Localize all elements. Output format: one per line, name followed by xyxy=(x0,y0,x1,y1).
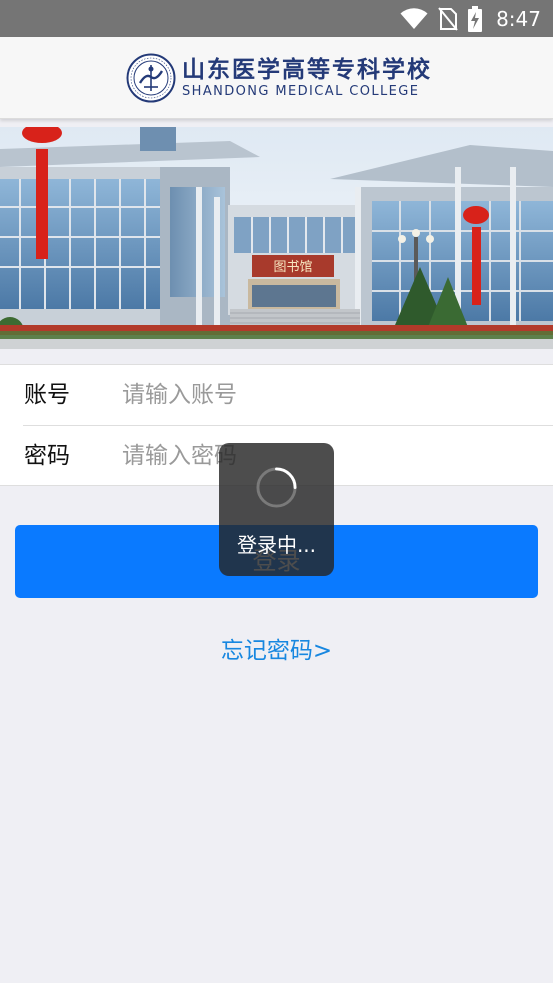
status-icons: 8:47 xyxy=(400,0,541,37)
no-sim-icon xyxy=(438,6,458,31)
loading-spinner-icon xyxy=(256,467,297,508)
campus-banner: 图书馆 xyxy=(0,127,553,349)
loading-toast: 登录中... xyxy=(219,443,334,576)
status-bar: 8:47 xyxy=(0,0,553,37)
password-label: 密码 xyxy=(24,443,70,469)
campus-library-image: 图书馆 xyxy=(0,127,553,349)
school-name-cn: 山东医学高等专科学校 xyxy=(182,56,432,83)
account-label: 账号 xyxy=(24,382,70,408)
school-logo: 山东医学高等专科学校 SHANDONG MEDICAL COLLEGE xyxy=(126,53,432,103)
battery-charging-icon xyxy=(468,5,483,32)
account-row: 账号 xyxy=(0,365,553,426)
app-header: 山东医学高等专科学校 SHANDONG MEDICAL COLLEGE xyxy=(0,37,553,119)
wifi-icon xyxy=(400,7,428,29)
school-seal-icon xyxy=(126,53,176,103)
forgot-password-link[interactable]: 忘记密码> xyxy=(0,633,553,669)
account-input[interactable] xyxy=(122,375,522,415)
school-name-en: SHANDONG MEDICAL COLLEGE xyxy=(182,84,420,99)
status-time: 8:47 xyxy=(496,6,541,31)
library-sign: 图书馆 xyxy=(273,260,312,275)
loading-text: 登录中... xyxy=(236,533,317,557)
